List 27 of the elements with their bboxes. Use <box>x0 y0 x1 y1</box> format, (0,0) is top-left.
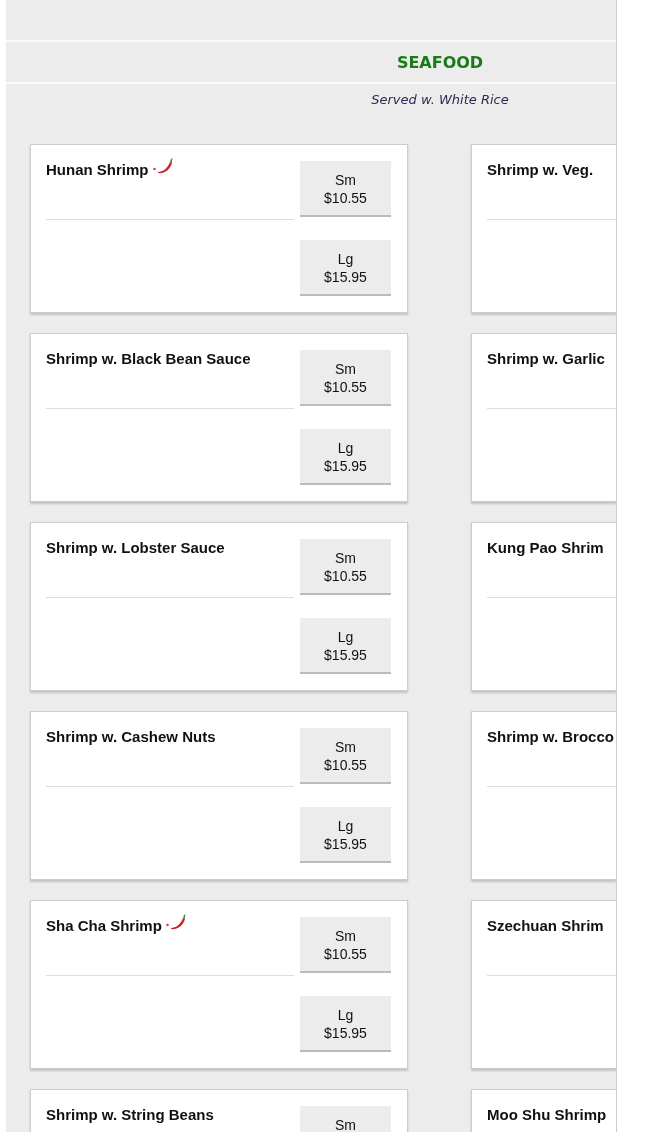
price-button[interactable]: Sm $10.55 <box>300 728 391 784</box>
price-button[interactable]: Sm $10.55 <box>300 161 391 217</box>
dish-name: Shrimp w. Lobster Sauce <box>46 539 225 556</box>
dish-name: Hunan Shrimp <box>46 161 149 178</box>
dish-name: Sha Cha Shrimp <box>46 917 162 934</box>
section-title: SEAFOOD <box>396 52 484 72</box>
section-subtitle: Served w. White Rice <box>371 92 509 107</box>
dish-name: Shrimp w. Black Bean Sauce <box>46 350 251 367</box>
price-button[interactable]: Lg $15.95 <box>300 240 391 296</box>
price-button[interactable]: Sm $10.55 <box>300 539 391 595</box>
dish-name: Moo Shu Shrimp <box>487 1106 607 1123</box>
dish-name: Shrimp w. Brocco <box>487 728 614 745</box>
dish-name: Shrimp w. String Beans <box>46 1106 214 1123</box>
dish-name: Szechuan Shrim <box>487 917 604 934</box>
price-button[interactable]: Lg $15.95 <box>300 807 391 863</box>
chili-pepper-icon <box>151 157 174 175</box>
price-button[interactable]: Lg $15.95 <box>300 618 391 674</box>
dish-name: Shrimp w. Garlic <box>487 350 605 367</box>
price-button[interactable]: Sm <box>300 1106 391 1132</box>
dish-name: Shrimp w. Cashew Nuts <box>46 728 216 745</box>
price-button[interactable]: Sm $10.55 <box>300 350 391 406</box>
dish-name: Kung Pao Shrim <box>487 539 604 556</box>
price-button[interactable]: Lg $15.95 <box>300 996 391 1052</box>
price-button[interactable]: Sm $10.55 <box>300 917 391 973</box>
chili-pepper-icon <box>164 913 187 931</box>
dish-name: Shrimp w. Veg. <box>487 161 594 178</box>
price-button[interactable]: Lg $15.95 <box>300 429 391 485</box>
